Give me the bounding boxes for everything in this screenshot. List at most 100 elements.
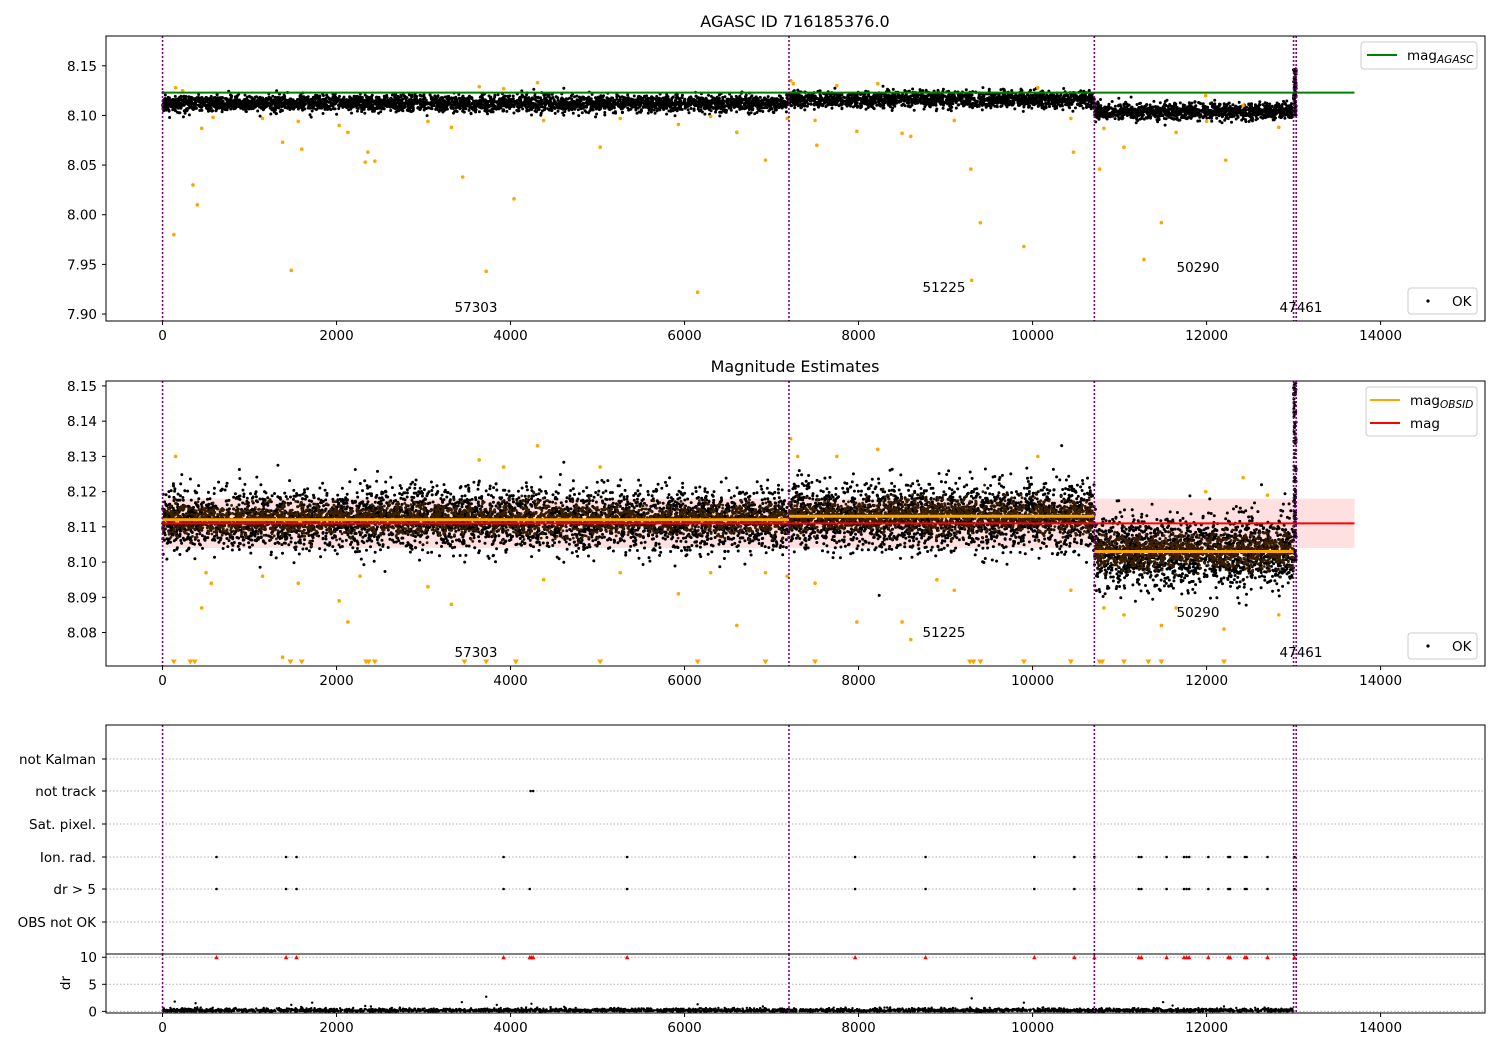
panel1-ok-point bbox=[959, 94, 963, 98]
panel1-ok-point bbox=[181, 115, 185, 119]
panel1-ok-point bbox=[595, 112, 599, 116]
panel1-ok-point bbox=[687, 111, 691, 115]
panel1-ok-point bbox=[512, 103, 515, 107]
panel1-ok-point bbox=[613, 100, 617, 103]
panel1-ok-point bbox=[620, 110, 624, 114]
panel1-ok-point bbox=[273, 104, 277, 108]
panel1-ok-point bbox=[310, 109, 314, 113]
panel1-ok-point bbox=[411, 109, 415, 113]
panel1-ok-point bbox=[759, 102, 763, 106]
panel1-ok-point bbox=[305, 96, 309, 99]
panel1-ok-point bbox=[275, 98, 279, 102]
panel1-ok-point bbox=[653, 111, 657, 115]
panel1-ok-point bbox=[200, 101, 204, 105]
panel1-ok-point bbox=[689, 95, 693, 99]
panel1-ok-point bbox=[345, 98, 349, 102]
panel1-ok-point bbox=[592, 101, 596, 105]
panel1-ok-point bbox=[512, 111, 516, 115]
panel1-ok-point bbox=[709, 109, 713, 113]
panel1-ok-point bbox=[268, 106, 272, 110]
panel1-ok-point bbox=[600, 104, 603, 108]
panel1-ok-point bbox=[440, 102, 444, 106]
panel1-ok-point bbox=[194, 103, 198, 107]
panel1-ok-point bbox=[525, 93, 529, 97]
panel1-ok-point bbox=[607, 102, 610, 106]
panel1-ok-point bbox=[709, 94, 713, 98]
panel1-ok-point bbox=[350, 111, 353, 115]
panel1-ok-point bbox=[577, 114, 581, 118]
panel1-ok-point bbox=[390, 93, 394, 97]
panel1-ok-point bbox=[467, 103, 471, 107]
panel1-ok-point bbox=[358, 100, 362, 104]
panel1-ok-point bbox=[478, 103, 482, 107]
panel1-ok-point bbox=[303, 102, 307, 106]
panel1-ok-point bbox=[359, 105, 363, 109]
panel1-ok-point bbox=[576, 108, 580, 112]
panel1-ok-point bbox=[511, 94, 515, 98]
panel1-ok-point bbox=[553, 111, 557, 115]
panel1-ok-point bbox=[289, 100, 293, 104]
panel1-ok-point bbox=[629, 100, 633, 104]
panel1-ok-point bbox=[647, 108, 651, 112]
panel1-ok-point bbox=[281, 109, 284, 112]
panel1-ok-point bbox=[882, 103, 886, 107]
panel1-ok-point bbox=[376, 103, 380, 107]
panel1-ok-point bbox=[446, 102, 450, 106]
panel1-ok-point bbox=[298, 101, 302, 105]
panel1-ok-point bbox=[1013, 107, 1017, 111]
panel1-ok-point bbox=[675, 95, 679, 99]
panel1-ok-point bbox=[946, 108, 950, 112]
panel1-ok-point bbox=[185, 107, 189, 111]
panel1-ok-point bbox=[813, 94, 817, 98]
panel1-ok-point bbox=[941, 106, 945, 110]
panel1-ok-point bbox=[265, 102, 269, 106]
panel1-ok-point bbox=[224, 105, 228, 109]
panel1-ok-point bbox=[178, 111, 182, 115]
panel1-ok-point bbox=[549, 105, 553, 109]
panel1-ok-point bbox=[244, 109, 248, 113]
panel1-ok-point bbox=[227, 99, 231, 103]
panel1-ok-point bbox=[215, 107, 219, 111]
panel1-ok-point bbox=[607, 98, 611, 102]
panel1-ok-point bbox=[725, 97, 729, 101]
panel1-ok-point bbox=[935, 107, 939, 111]
panel1-ok-point bbox=[264, 96, 268, 100]
panel1-ok-point bbox=[779, 95, 783, 99]
panel1-ok-point bbox=[894, 95, 898, 99]
panel1-ok-point bbox=[334, 99, 337, 103]
panel1-ok-point bbox=[758, 95, 762, 99]
panel1-ok-point bbox=[355, 100, 359, 104]
panel1-ok-point bbox=[183, 111, 187, 115]
panel1-ok-point bbox=[175, 102, 179, 105]
panel1-ok-point bbox=[732, 105, 736, 109]
panel1-ok-point bbox=[408, 102, 412, 105]
panel1-ok-point bbox=[803, 108, 807, 112]
panel1-ok-point bbox=[176, 98, 180, 102]
panel1-ok-point bbox=[773, 102, 777, 106]
panel1-ok-point bbox=[301, 105, 304, 109]
panel1-ok-point bbox=[253, 105, 257, 109]
panel1-ok-point bbox=[715, 107, 719, 111]
panel1-ok-point bbox=[325, 93, 329, 97]
panel1-ok-point bbox=[389, 100, 393, 104]
panel1-ok-point bbox=[191, 106, 194, 110]
panel1-ok-point bbox=[548, 97, 552, 101]
panel1-ok-point bbox=[271, 94, 275, 98]
panel1-ok-point bbox=[321, 105, 325, 109]
panel1-ok-point bbox=[571, 111, 575, 115]
panel1-ok-point bbox=[693, 98, 697, 102]
panel1-ok-point bbox=[396, 94, 400, 98]
panel1-ok-point bbox=[1044, 95, 1048, 99]
panel1-ok-point bbox=[380, 107, 384, 111]
panel1-ok-point bbox=[546, 107, 550, 111]
panel1-ok-point bbox=[767, 104, 771, 108]
panel1-ok-point bbox=[774, 108, 778, 112]
panel1-ok-point bbox=[1053, 107, 1057, 111]
panel1-ok-point bbox=[505, 109, 509, 113]
panel1-ok-point bbox=[261, 99, 265, 103]
panel1-ok-point bbox=[273, 108, 277, 112]
panel1-ok-point bbox=[490, 102, 494, 106]
panel1-ok-point bbox=[179, 104, 183, 108]
panel1-ok-point bbox=[1036, 94, 1040, 98]
panel1-ok-point bbox=[502, 97, 506, 101]
